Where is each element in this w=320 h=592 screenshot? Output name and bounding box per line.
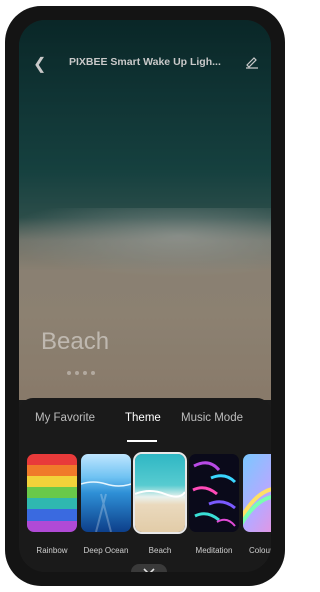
- chevron-down-icon: [143, 568, 155, 572]
- theme-label-meditation: Meditation: [195, 546, 233, 555]
- chevron-left-icon[interactable]: ❮: [33, 54, 46, 74]
- theme-label-deep-ocean: Deep Ocean: [83, 546, 129, 555]
- theme-thumb-deep-ocean[interactable]: [81, 454, 131, 532]
- tab-music-mode[interactable]: Music Mode: [181, 412, 243, 424]
- theme-label-rainbow: Rainbow: [36, 546, 68, 555]
- page-title: PIXBEE Smart Wake Up Ligh...: [69, 56, 221, 68]
- rainbow-image: [27, 454, 77, 532]
- pager-dot: [83, 371, 87, 375]
- theme-thumb-beach[interactable]: [133, 452, 187, 534]
- theme-thumb-rainbow[interactable]: [27, 454, 77, 532]
- active-tab-indicator: [127, 440, 157, 442]
- tab-my-favorite[interactable]: My Favorite: [35, 412, 95, 424]
- pager-dot: [67, 371, 71, 375]
- theme-thumb-colour[interactable]: [243, 454, 271, 532]
- theme-carousel[interactable]: Rainbow Deep Ocean Beach Meditation Colo…: [25, 452, 271, 572]
- theme-name-overlay: Beach: [41, 328, 110, 355]
- app-screen: ❮ PIXBEE Smart Wake Up Ligh... Beach My …: [19, 20, 271, 572]
- deep-ocean-image: [81, 454, 131, 532]
- theme-sheet: My Favorite Theme Music Mode Rainbow Dee…: [19, 398, 271, 572]
- theme-label-colour: Colour: [249, 546, 271, 555]
- pager-dot: [91, 371, 95, 375]
- meditation-image: [189, 454, 239, 532]
- colour-image: [243, 454, 271, 532]
- theme-thumb-meditation[interactable]: [189, 454, 239, 532]
- pager-dot: [75, 371, 79, 375]
- theme-preview: ❮ PIXBEE Smart Wake Up Ligh... Beach: [19, 20, 271, 400]
- theme-label-beach: Beach: [148, 546, 172, 555]
- tab-theme[interactable]: Theme: [125, 412, 161, 424]
- pencil-icon[interactable]: [245, 55, 259, 69]
- tab-bar: My Favorite Theme Music Mode: [19, 412, 271, 436]
- collapse-sheet-button[interactable]: [131, 564, 167, 572]
- beach-image: [135, 454, 185, 532]
- pager-dots: [67, 371, 95, 375]
- top-bar: ❮ PIXBEE Smart Wake Up Ligh...: [19, 50, 271, 78]
- phone-frame: ❮ PIXBEE Smart Wake Up Ligh... Beach My …: [5, 6, 285, 586]
